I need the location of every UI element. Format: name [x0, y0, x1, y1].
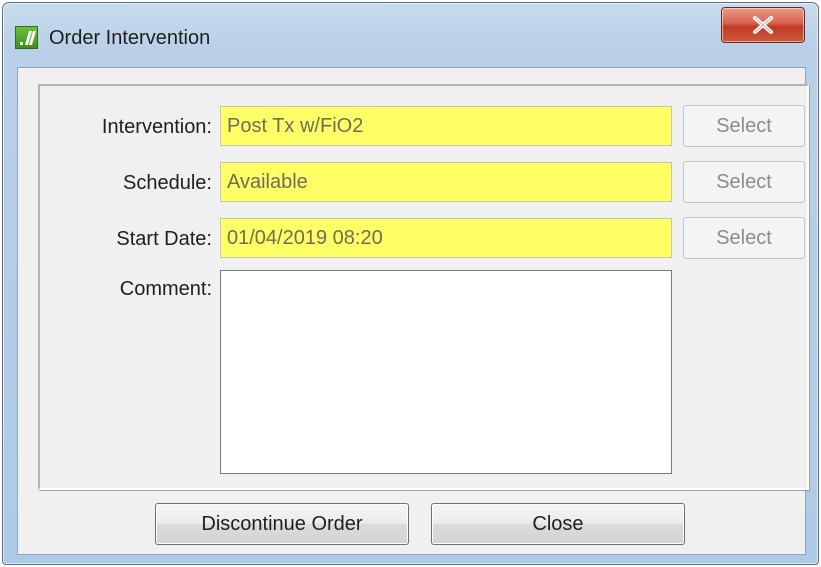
app-icon: [15, 26, 38, 49]
order-intervention-dialog: Order Intervention Intervention: Post Tx…: [2, 2, 819, 565]
title-bar[interactable]: Order Intervention: [3, 3, 818, 61]
comment-label: Comment:: [119, 278, 212, 300]
start-date-label: Start Date:: [116, 228, 212, 250]
form-group-panel: Intervention: Post Tx w/FiO2 Select Sche…: [38, 84, 809, 490]
intervention-select-button[interactable]: Select: [683, 105, 805, 147]
discontinue-order-button[interactable]: Discontinue Order: [155, 503, 409, 545]
intervention-label: Intervention:: [101, 116, 212, 138]
close-button[interactable]: Close: [431, 503, 685, 545]
comment-textarea[interactable]: [220, 270, 672, 474]
start-date-field[interactable]: 01/04/2019 08:20: [220, 218, 672, 258]
window-title: Order Intervention: [49, 27, 211, 49]
schedule-field[interactable]: Available: [220, 162, 672, 202]
intervention-field[interactable]: Post Tx w/FiO2: [220, 106, 672, 146]
schedule-select-button[interactable]: Select: [683, 161, 805, 203]
schedule-label: Schedule:: [123, 172, 212, 194]
close-x-icon: [753, 16, 773, 34]
start-date-select-button[interactable]: Select: [683, 217, 805, 259]
window-close-button[interactable]: [721, 7, 805, 43]
dialog-body: Intervention: Post Tx w/FiO2 Select Sche…: [17, 67, 809, 555]
